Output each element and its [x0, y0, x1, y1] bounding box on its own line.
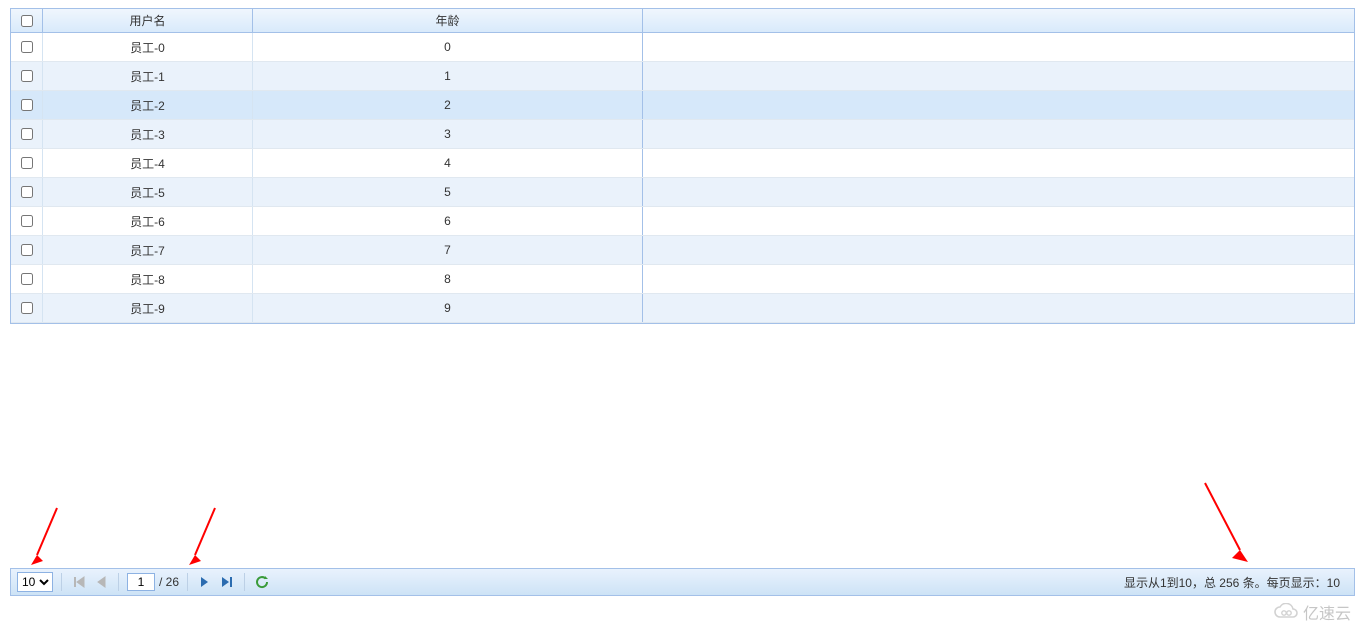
row-checkbox-cell [11, 149, 43, 177]
row-checkbox-cell [11, 178, 43, 206]
row-checkbox[interactable] [21, 157, 33, 169]
separator [187, 573, 188, 591]
table-row[interactable]: 员工-00 [11, 33, 1354, 62]
row-checkbox-cell [11, 294, 43, 322]
page-size-select[interactable]: 10 [17, 572, 53, 592]
select-all-checkbox[interactable] [21, 15, 33, 27]
cell-age: 4 [253, 149, 643, 177]
table-row[interactable]: 员工-55 [11, 178, 1354, 207]
header-spacer [643, 9, 1354, 32]
cell-username: 员工-6 [43, 207, 253, 235]
row-checkbox-cell [11, 265, 43, 293]
row-checkbox[interactable] [21, 302, 33, 314]
next-page-button[interactable] [196, 573, 214, 591]
table-row[interactable]: 员工-99 [11, 294, 1354, 323]
separator [244, 573, 245, 591]
grid-body: 员工-00员工-11员工-22员工-33员工-44员工-55员工-66员工-77… [11, 33, 1354, 323]
cell-username: 员工-0 [43, 33, 253, 61]
row-checkbox-cell [11, 33, 43, 61]
header-username[interactable]: 用户名 [43, 9, 253, 32]
watermark-text: 亿速云 [1303, 600, 1351, 624]
annotation-arrow [1200, 480, 1260, 570]
cell-age: 9 [253, 294, 643, 322]
row-checkbox-cell [11, 120, 43, 148]
last-page-button[interactable] [218, 573, 236, 591]
annotation-arrow [185, 505, 225, 570]
total-pages-label: / 26 [159, 575, 179, 589]
table-row[interactable]: 员工-11 [11, 62, 1354, 91]
cell-age: 1 [253, 62, 643, 90]
cell-age: 5 [253, 178, 643, 206]
current-page-input[interactable] [127, 573, 155, 591]
row-checkbox[interactable] [21, 128, 33, 140]
table-row[interactable]: 员工-66 [11, 207, 1354, 236]
separator [118, 573, 119, 591]
cell-age: 6 [253, 207, 643, 235]
cell-age: 8 [253, 265, 643, 293]
cell-age: 7 [253, 236, 643, 264]
cell-username: 员工-9 [43, 294, 253, 322]
row-checkbox[interactable] [21, 41, 33, 53]
cell-username: 员工-7 [43, 236, 253, 264]
grid-header: 用户名 年龄 [11, 9, 1354, 33]
row-checkbox[interactable] [21, 215, 33, 227]
pagination-info: 显示从1到10，总 256 条。每页显示：10 [1124, 574, 1348, 591]
data-grid: 用户名 年龄 员工-00员工-11员工-22员工-33员工-44员工-55员工-… [10, 8, 1355, 324]
cell-age: 3 [253, 120, 643, 148]
row-checkbox-cell [11, 236, 43, 264]
row-checkbox-cell [11, 207, 43, 235]
cell-username: 员工-5 [43, 178, 253, 206]
table-row[interactable]: 员工-33 [11, 120, 1354, 149]
row-checkbox[interactable] [21, 99, 33, 111]
row-checkbox[interactable] [21, 273, 33, 285]
table-row[interactable]: 员工-77 [11, 236, 1354, 265]
header-checkbox-cell [11, 9, 43, 32]
row-checkbox[interactable] [21, 70, 33, 82]
cell-username: 员工-1 [43, 62, 253, 90]
header-age[interactable]: 年龄 [253, 9, 643, 32]
cell-username: 员工-2 [43, 91, 253, 119]
cell-username: 员工-3 [43, 120, 253, 148]
watermark: 亿速云 [1273, 600, 1351, 624]
row-checkbox-cell [11, 62, 43, 90]
pagination-bar: 10 / 26 显示从1到10，总 256 条。每页显示：10 [10, 568, 1355, 596]
annotation-arrow [27, 505, 67, 570]
cell-username: 员工-4 [43, 149, 253, 177]
first-page-button[interactable] [70, 573, 88, 591]
separator [61, 573, 62, 591]
cell-age: 0 [253, 33, 643, 61]
table-row[interactable]: 员工-22 [11, 91, 1354, 120]
cell-username: 员工-8 [43, 265, 253, 293]
row-checkbox-cell [11, 91, 43, 119]
cell-age: 2 [253, 91, 643, 119]
refresh-button[interactable] [253, 573, 271, 591]
prev-page-button[interactable] [92, 573, 110, 591]
table-row[interactable]: 员工-88 [11, 265, 1354, 294]
table-row[interactable]: 员工-44 [11, 149, 1354, 178]
row-checkbox[interactable] [21, 186, 33, 198]
row-checkbox[interactable] [21, 244, 33, 256]
